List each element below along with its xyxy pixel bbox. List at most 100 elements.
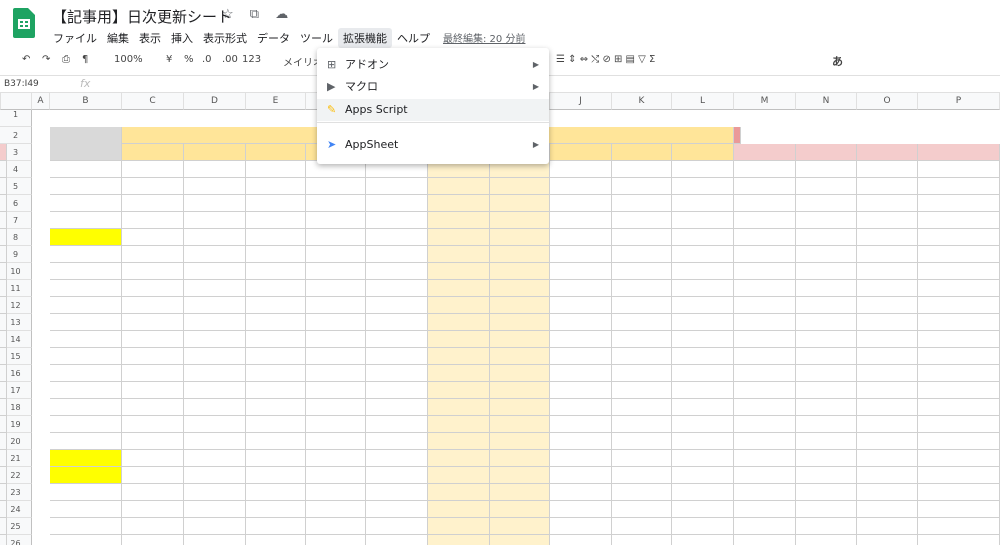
- data-cell[interactable]: [734, 450, 796, 467]
- data-cell[interactable]: [918, 467, 1000, 484]
- data-cell[interactable]: [796, 365, 857, 382]
- data-cell[interactable]: [246, 246, 306, 263]
- data-cell[interactable]: [366, 484, 428, 501]
- data-cell[interactable]: [672, 195, 734, 212]
- column-label[interactable]: [550, 144, 612, 161]
- data-cell[interactable]: [857, 348, 918, 365]
- data-cell[interactable]: [918, 535, 1000, 545]
- data-cell[interactable]: [918, 433, 1000, 450]
- data-cell[interactable]: [0, 246, 7, 263]
- data-cell[interactable]: [490, 501, 550, 518]
- data-cell[interactable]: [184, 229, 246, 246]
- data-cell[interactable]: [672, 246, 734, 263]
- data-cell[interactable]: [672, 348, 734, 365]
- data-cell[interactable]: [918, 195, 1000, 212]
- data-cell[interactable]: [490, 416, 550, 433]
- data-cell[interactable]: [246, 433, 306, 450]
- data-cell[interactable]: [0, 501, 7, 518]
- data-cell[interactable]: [366, 229, 428, 246]
- data-cell[interactable]: [857, 484, 918, 501]
- date-cell[interactable]: [50, 229, 122, 246]
- data-cell[interactable]: [672, 518, 734, 535]
- data-cell[interactable]: [366, 382, 428, 399]
- increase-decimal-button[interactable]: .00: [222, 54, 238, 65]
- data-cell[interactable]: [796, 382, 857, 399]
- data-cell[interactable]: [366, 433, 428, 450]
- input-tools-icon[interactable]: あ: [832, 53, 843, 69]
- column-label[interactable]: [122, 144, 184, 161]
- data-cell[interactable]: [918, 416, 1000, 433]
- data-cell[interactable]: [366, 212, 428, 229]
- data-cell[interactable]: [122, 433, 184, 450]
- data-cell[interactable]: [246, 365, 306, 382]
- data-cell[interactable]: [612, 280, 672, 297]
- date-cell[interactable]: [50, 399, 122, 416]
- data-cell[interactable]: [857, 467, 918, 484]
- data-cell[interactable]: [184, 399, 246, 416]
- data-cell[interactable]: [428, 433, 490, 450]
- data-cell[interactable]: [672, 178, 734, 195]
- data-cell[interactable]: [428, 263, 490, 280]
- data-cell[interactable]: [490, 195, 550, 212]
- data-cell[interactable]: [612, 263, 672, 280]
- data-cell[interactable]: [122, 484, 184, 501]
- data-cell[interactable]: [734, 484, 796, 501]
- data-cell[interactable]: [918, 178, 1000, 195]
- data-cell[interactable]: [184, 195, 246, 212]
- data-cell[interactable]: [246, 314, 306, 331]
- data-cell[interactable]: [734, 246, 796, 263]
- data-cell[interactable]: [734, 518, 796, 535]
- menu-item-appsheet[interactable]: ➤ AppSheet ▶: [317, 134, 549, 156]
- paint-format-icon[interactable]: ¶: [82, 54, 88, 65]
- data-cell[interactable]: [366, 348, 428, 365]
- data-cell[interactable]: [122, 399, 184, 416]
- data-cell[interactable]: [918, 382, 1000, 399]
- decrease-decimal-button[interactable]: .0: [202, 54, 212, 65]
- data-cell[interactable]: [857, 263, 918, 280]
- data-cell[interactable]: [428, 348, 490, 365]
- data-cell[interactable]: [246, 518, 306, 535]
- data-cell[interactable]: [490, 518, 550, 535]
- menu-item-addons[interactable]: ⊞ アドオン ▶: [317, 54, 549, 76]
- data-cell[interactable]: [550, 212, 612, 229]
- data-cell[interactable]: [857, 161, 918, 178]
- data-cell[interactable]: [490, 297, 550, 314]
- data-cell[interactable]: [184, 314, 246, 331]
- data-cell[interactable]: [122, 314, 184, 331]
- data-cell[interactable]: [366, 518, 428, 535]
- data-cell[interactable]: [366, 263, 428, 280]
- data-cell[interactable]: [550, 161, 612, 178]
- data-cell[interactable]: [366, 416, 428, 433]
- data-cell[interactable]: [612, 365, 672, 382]
- date-cell[interactable]: [50, 382, 122, 399]
- data-cell[interactable]: [428, 178, 490, 195]
- data-cell[interactable]: [184, 297, 246, 314]
- data-cell[interactable]: [184, 535, 246, 545]
- data-cell[interactable]: [490, 382, 550, 399]
- date-cell[interactable]: [50, 484, 122, 501]
- data-cell[interactable]: [490, 399, 550, 416]
- data-cell[interactable]: [734, 212, 796, 229]
- data-cell[interactable]: [246, 178, 306, 195]
- data-cell[interactable]: [734, 382, 796, 399]
- data-cell[interactable]: [796, 535, 857, 545]
- data-cell[interactable]: [796, 246, 857, 263]
- redo-icon[interactable]: ↷: [42, 54, 50, 65]
- data-cell[interactable]: [550, 314, 612, 331]
- zoom-select[interactable]: 100%: [114, 54, 143, 65]
- data-cell[interactable]: [122, 416, 184, 433]
- date-cell[interactable]: [50, 246, 122, 263]
- data-cell[interactable]: [672, 297, 734, 314]
- data-cell[interactable]: [612, 229, 672, 246]
- align-icons[interactable]: ☰ ⇕ ⇔ ⤭ ⊘ ⊞ ▤ ▽ Σ: [556, 54, 655, 65]
- data-cell[interactable]: [306, 399, 366, 416]
- data-cell[interactable]: [184, 280, 246, 297]
- date-cell[interactable]: [50, 348, 122, 365]
- data-cell[interactable]: [306, 314, 366, 331]
- data-cell[interactable]: [306, 246, 366, 263]
- data-cell[interactable]: [857, 365, 918, 382]
- data-cell[interactable]: [672, 382, 734, 399]
- column-label[interactable]: [796, 144, 857, 161]
- data-cell[interactable]: [672, 501, 734, 518]
- data-cell[interactable]: [550, 195, 612, 212]
